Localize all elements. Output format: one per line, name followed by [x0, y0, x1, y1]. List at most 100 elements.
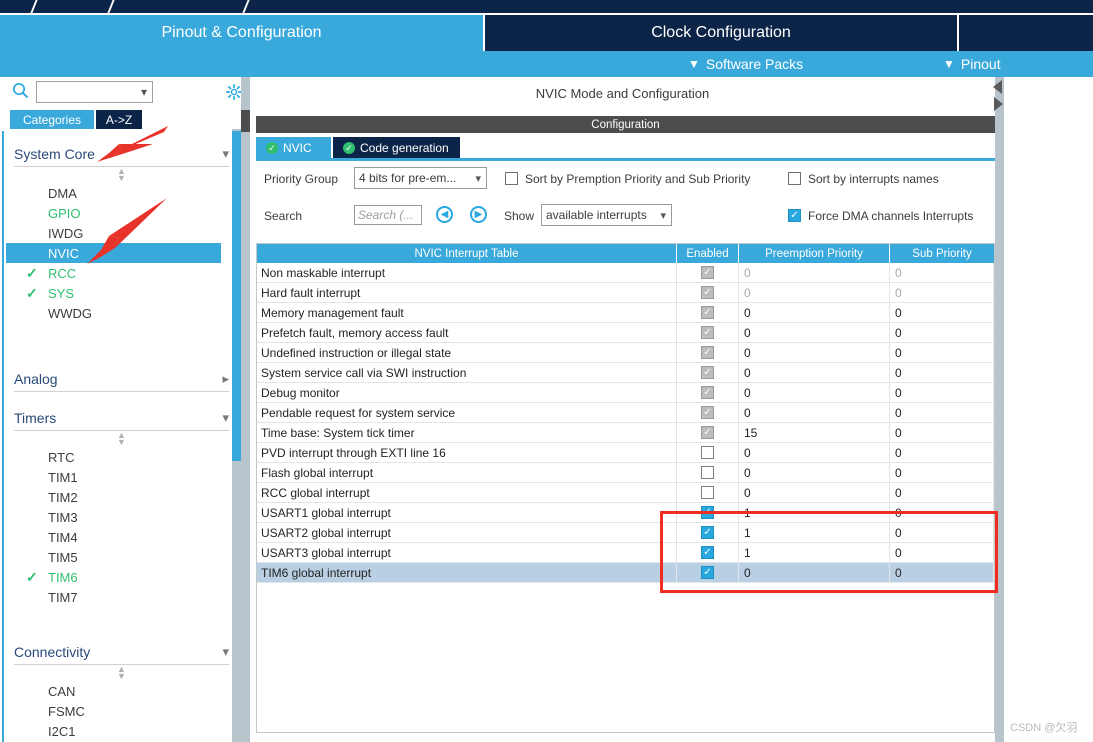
- software-packs-menu[interactable]: ▼ Software Packs: [688, 51, 803, 77]
- component-search-combo[interactable]: ▾: [36, 81, 153, 103]
- tree-item-rcc[interactable]: ✓ RCC: [14, 263, 229, 283]
- group-header-system-core[interactable]: System Core ▾: [14, 141, 229, 167]
- enabled-checkbox[interactable]: [701, 446, 714, 459]
- cell-preemption-priority[interactable]: 0: [739, 563, 890, 582]
- cell-enabled[interactable]: [677, 443, 739, 462]
- enabled-checkbox-locked[interactable]: ✓: [701, 386, 714, 399]
- cell-enabled[interactable]: ✓: [677, 263, 739, 282]
- chevron-right-circle-icon[interactable]: ▶: [470, 206, 487, 223]
- interrupt-search-input[interactable]: Search (...: [354, 205, 422, 225]
- cell-preemption-priority[interactable]: 1: [739, 523, 890, 542]
- column-header-preemption-priority[interactable]: Preemption Priority: [739, 244, 890, 263]
- tree-item-tim2[interactable]: TIM2: [14, 487, 229, 507]
- enabled-checkbox-locked[interactable]: ✓: [701, 346, 714, 359]
- tree-item-rtc[interactable]: RTC: [14, 447, 229, 467]
- cell-sub-priority[interactable]: 0: [890, 323, 994, 342]
- tab-nvic[interactable]: ✓ NVIC: [256, 137, 331, 158]
- tree-item-nvic[interactable]: NVIC: [6, 243, 221, 263]
- cell-enabled[interactable]: ✓: [677, 323, 739, 342]
- cell-enabled[interactable]: ✓: [677, 523, 739, 542]
- cell-enabled[interactable]: ✓: [677, 343, 739, 362]
- cell-sub-priority[interactable]: 0: [890, 503, 994, 522]
- pinout-menu[interactable]: ▼ Pinout: [943, 51, 1001, 77]
- tree-item-i2c1[interactable]: I2C1: [14, 721, 229, 741]
- table-row[interactable]: Non maskable interrupt ✓ 0 0: [257, 263, 994, 283]
- table-row[interactable]: Prefetch fault, memory access fault ✓ 0 0: [257, 323, 994, 343]
- table-row[interactable]: Flash global interrupt 0 0: [257, 463, 994, 483]
- table-row[interactable]: PVD interrupt through EXTI line 16 0 0: [257, 443, 994, 463]
- cell-preemption-priority[interactable]: 0: [739, 323, 890, 342]
- cell-enabled[interactable]: ✓: [677, 543, 739, 562]
- cell-preemption-priority[interactable]: 0: [739, 343, 890, 362]
- collapse-right-arrow-icon[interactable]: [994, 97, 1003, 111]
- chevron-left-circle-icon[interactable]: ◀: [436, 206, 453, 223]
- cell-sub-priority[interactable]: 0: [890, 523, 994, 542]
- panel-splitter[interactable]: [241, 77, 250, 742]
- enabled-checkbox-locked[interactable]: ✓: [701, 366, 714, 379]
- table-row[interactable]: Memory management fault ✓ 0 0: [257, 303, 994, 323]
- cell-sub-priority[interactable]: 0: [890, 303, 994, 322]
- priority-group-select[interactable]: 4 bits for pre-em... ▾: [354, 167, 487, 189]
- group-header-analog[interactable]: Analog ▸: [14, 366, 229, 392]
- cell-enabled[interactable]: ✓: [677, 303, 739, 322]
- cell-sub-priority[interactable]: 0: [890, 343, 994, 362]
- cell-sub-priority[interactable]: 0: [890, 363, 994, 382]
- cell-sub-priority[interactable]: 0: [890, 543, 994, 562]
- table-row[interactable]: System service call via SWI instruction ✓…: [257, 363, 994, 383]
- cell-preemption-priority[interactable]: 0: [739, 303, 890, 322]
- tab-extra[interactable]: [959, 15, 1093, 51]
- cell-sub-priority[interactable]: 0: [890, 423, 994, 442]
- tab-code-generation[interactable]: ✓ Code generation: [333, 137, 460, 158]
- tree-item-tim7[interactable]: TIM7: [14, 587, 229, 607]
- tree-item-sys[interactable]: ✓ SYS: [14, 283, 229, 303]
- scroll-spinner[interactable]: ▲ ▼: [14, 431, 229, 447]
- cell-preemption-priority[interactable]: 0: [739, 363, 890, 382]
- view-button-az[interactable]: A->Z: [96, 110, 142, 129]
- tree-item-iwdg[interactable]: IWDG: [14, 223, 229, 243]
- table-row[interactable]: Hard fault interrupt ✓ 0 0: [257, 283, 994, 303]
- enabled-checkbox[interactable]: [701, 466, 714, 479]
- cell-sub-priority[interactable]: 0: [890, 403, 994, 422]
- table-row[interactable]: TIM6 global interrupt ✓ 0 0: [257, 563, 994, 583]
- view-button-categories[interactable]: Categories: [10, 110, 94, 129]
- enabled-checkbox-locked[interactable]: ✓: [701, 406, 714, 419]
- column-header-enabled[interactable]: Enabled: [677, 244, 739, 263]
- tab-pinout-configuration[interactable]: Pinout & Configuration: [0, 15, 483, 51]
- table-row[interactable]: Pendable request for system service ✓ 0 0: [257, 403, 994, 423]
- right-panel-scrollbar-track[interactable]: [995, 77, 1004, 742]
- cell-preemption-priority[interactable]: 0: [739, 283, 890, 302]
- table-row[interactable]: USART3 global interrupt ✓ 1 0: [257, 543, 994, 563]
- cell-sub-priority[interactable]: 0: [890, 563, 994, 582]
- enabled-checkbox-checked[interactable]: ✓: [701, 566, 714, 579]
- cell-preemption-priority[interactable]: 0: [739, 463, 890, 482]
- group-header-connectivity[interactable]: Connectivity ▾: [14, 639, 229, 665]
- cell-preemption-priority[interactable]: 0: [739, 263, 890, 282]
- show-filter-select[interactable]: available interrupts ▾: [541, 204, 672, 226]
- column-header-nvic-interrupt-table[interactable]: NVIC Interrupt Table: [257, 244, 677, 263]
- cell-sub-priority[interactable]: 0: [890, 383, 994, 402]
- cell-sub-priority[interactable]: 0: [890, 263, 994, 282]
- cell-enabled[interactable]: ✓: [677, 283, 739, 302]
- cell-enabled[interactable]: ✓: [677, 503, 739, 522]
- cell-preemption-priority[interactable]: 0: [739, 443, 890, 462]
- table-row[interactable]: USART2 global interrupt ✓ 1 0: [257, 523, 994, 543]
- enabled-checkbox-locked[interactable]: ✓: [701, 306, 714, 319]
- enabled-checkbox-checked[interactable]: ✓: [701, 506, 714, 519]
- cell-enabled[interactable]: ✓: [677, 403, 739, 422]
- scroll-spinner[interactable]: ▲ ▼: [14, 665, 229, 681]
- cell-enabled[interactable]: ✓: [677, 563, 739, 582]
- tree-item-tim5[interactable]: TIM5: [14, 547, 229, 567]
- enabled-checkbox-checked[interactable]: ✓: [701, 546, 714, 559]
- table-row[interactable]: USART1 global interrupt ✓ 1 0: [257, 503, 994, 523]
- table-row[interactable]: Undefined instruction or illegal state ✓ 0…: [257, 343, 994, 363]
- force-dma-checkbox[interactable]: ✓: [788, 209, 801, 222]
- enabled-checkbox-checked[interactable]: ✓: [701, 526, 714, 539]
- enabled-checkbox[interactable]: [701, 486, 714, 499]
- enabled-checkbox-locked[interactable]: ✓: [701, 326, 714, 339]
- sort-premption-checkbox[interactable]: [505, 172, 518, 185]
- tree-item-tim4[interactable]: TIM4: [14, 527, 229, 547]
- cell-enabled[interactable]: ✓: [677, 423, 739, 442]
- group-header-timers[interactable]: Timers ▾: [14, 405, 229, 431]
- enabled-checkbox-locked[interactable]: ✓: [701, 426, 714, 439]
- tree-item-can[interactable]: CAN: [14, 681, 229, 701]
